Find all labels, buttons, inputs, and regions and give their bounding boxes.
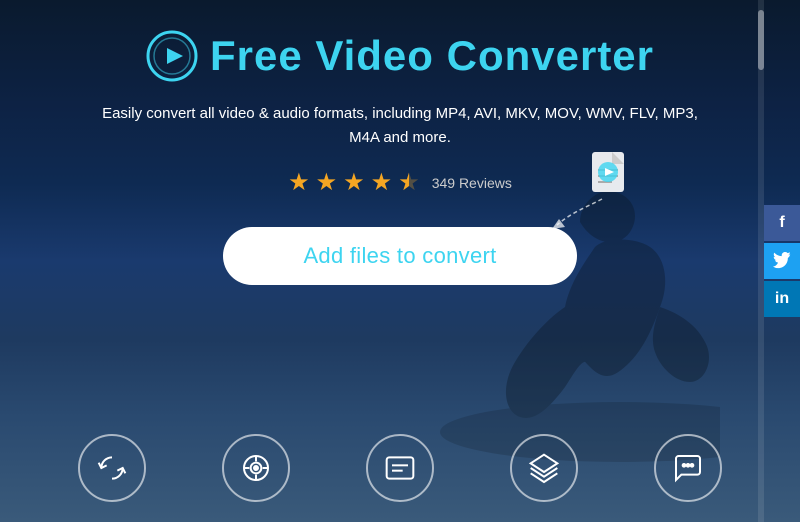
video-icon-button[interactable] — [222, 434, 290, 502]
scrollbar[interactable] — [758, 0, 764, 522]
scrollbar-thumb[interactable] — [758, 10, 764, 70]
app-subtitle: Easily convert all video & audio formats… — [100, 102, 700, 150]
reviews-count: 349 Reviews — [432, 175, 512, 191]
subtitles-icon-button[interactable] — [366, 434, 434, 502]
layers-icon — [528, 452, 560, 484]
social-sidebar: f in — [764, 205, 800, 317]
stars-area: ★ ★ ★ ★ ★ ★ 349 Reviews — [288, 168, 512, 197]
file-upload-decoration — [537, 147, 637, 247]
app-logo-icon — [146, 30, 198, 82]
drop-area-wrapper: Add files to convert — [223, 227, 576, 285]
star-4: ★ — [371, 168, 393, 197]
layers-icon-button[interactable] — [510, 434, 578, 502]
star-5-half: ★ ★ — [398, 168, 420, 197]
app-title: Free Video Converter — [210, 32, 654, 80]
star-1: ★ — [288, 168, 310, 197]
facebook-button[interactable]: f — [764, 205, 800, 241]
subtitles-icon — [384, 452, 416, 484]
chat-icon — [672, 452, 704, 484]
logo-area: Free Video Converter — [146, 30, 654, 82]
chat-icon-button[interactable] — [654, 434, 722, 502]
add-files-button[interactable]: Add files to convert — [223, 227, 576, 285]
convert-icon — [96, 452, 128, 484]
linkedin-button[interactable]: in — [764, 281, 800, 317]
video-icon — [240, 452, 272, 484]
twitter-button[interactable] — [764, 243, 800, 279]
star-3: ★ — [343, 168, 365, 197]
convert-icon-button[interactable] — [78, 434, 146, 502]
bottom-icons-bar — [0, 434, 800, 502]
star-2: ★ — [316, 168, 338, 197]
